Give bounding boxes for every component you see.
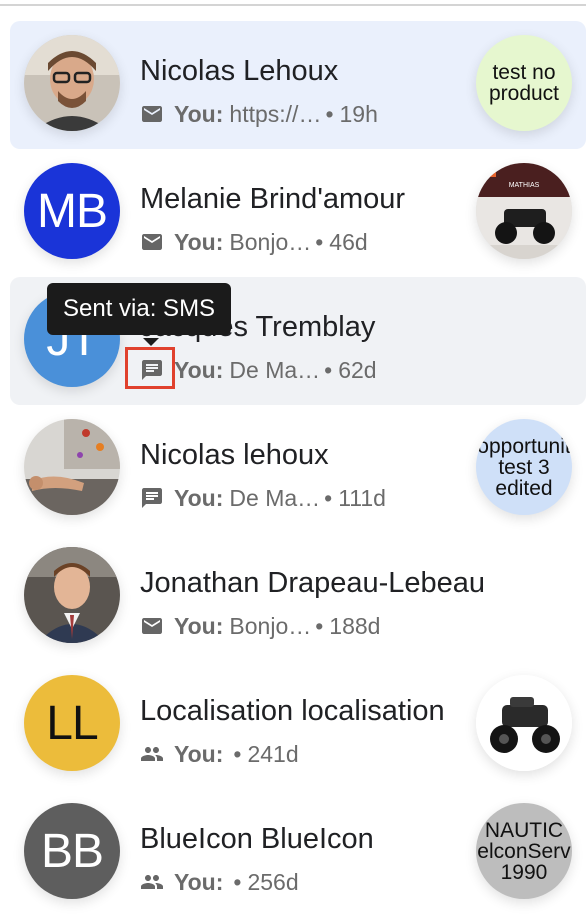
sender-label: You:	[174, 228, 224, 255]
product-label-line: test 3	[498, 455, 550, 479]
email-icon	[142, 106, 162, 122]
sender-label: You:	[174, 484, 224, 511]
tooltip-arrow	[143, 338, 159, 346]
contact-avatar-photo	[24, 35, 120, 131]
svg-text:MATHIAS: MATHIAS	[509, 182, 540, 189]
conversation-list: Nicolas Lehoux You: https://… • 19h test…	[0, 0, 586, 922]
contact-avatar-photo	[24, 547, 120, 643]
sms-icon	[142, 488, 162, 508]
message-time: 241d	[247, 740, 299, 767]
last-message-meta: You: Bonjo… • 46d	[140, 227, 368, 257]
atv-product-image: MATHIAS	[476, 163, 572, 259]
conversation-row-localisation[interactable]: LL Localisation localisation You: • 241d	[10, 661, 586, 789]
product-label-line: 1990	[500, 860, 548, 884]
contact-name: Localisation localisation	[140, 695, 445, 727]
product-thumbnail: test no product	[476, 35, 572, 131]
product-thumbnail: opportunit test 3 edited	[476, 419, 572, 515]
conversation-row-melanie-brindamour[interactable]: MB Melanie Brind'amour You: Bonjo… • 46d…	[10, 149, 586, 277]
meta-separator: •	[315, 228, 324, 255]
message-preview: De Ma…	[229, 356, 321, 383]
contact-avatar-initials: LL	[24, 675, 120, 771]
contact-avatar-initials: MB	[24, 163, 120, 259]
sender-label: You:	[174, 612, 224, 639]
product-label-line: elconServ	[477, 839, 571, 863]
atv-product-image	[476, 675, 572, 771]
channel-tooltip: Sent via: SMS	[47, 283, 232, 335]
message-preview: De Ma…	[229, 484, 321, 511]
contact-name: Melanie Brind'amour	[140, 183, 406, 215]
message-preview: https://…	[229, 100, 322, 127]
message-time: 111d	[338, 484, 386, 511]
contact-name: Jonathan Drapeau-Lebeau	[140, 567, 486, 599]
product-thumbnail	[476, 675, 572, 771]
product-thumbnail: NAUTIC elconServ 1990	[476, 803, 572, 899]
message-time: 62d	[338, 356, 377, 383]
message-time: 188d	[329, 612, 381, 639]
meta-separator: •	[233, 740, 242, 767]
message-time: 19h	[339, 100, 378, 127]
conversation-row-blueicon[interactable]: BB BlueIcon BlueIcon You: • 256d NAUTIC …	[10, 789, 586, 917]
meta-separator: •	[233, 868, 242, 895]
meta-separator: •	[324, 356, 333, 383]
last-message-meta: You: De Ma… • 62d	[140, 355, 377, 385]
message-preview: Bonjo…	[229, 612, 312, 639]
product-label-line: test no	[492, 61, 556, 84]
conversation-row-nicolas-lehoux-2[interactable]: Nicolas lehoux You: De Ma… • 111d opport…	[10, 405, 586, 533]
contact-avatar-initials: BB	[24, 803, 120, 899]
meta-separator: •	[324, 484, 333, 511]
meta-separator: •	[325, 100, 334, 127]
last-message-meta: You: • 256d	[140, 867, 299, 897]
conversation-row-nicolas-lehoux[interactable]: Nicolas Lehoux You: https://… • 19h test…	[10, 21, 586, 149]
conversation-row-jonathan-drapeau-lebeau[interactable]: Jonathan Drapeau-Lebeau You: Bonjo… • 18…	[10, 533, 586, 661]
group-icon	[141, 875, 163, 889]
contact-name: BlueIcon BlueIcon	[140, 823, 374, 855]
email-icon	[142, 234, 162, 250]
product-label-line: edited	[495, 476, 553, 500]
sender-label: You:	[174, 740, 224, 767]
sender-label: You:	[174, 100, 224, 127]
product-label-line: NAUTIC	[484, 818, 564, 842]
last-message-meta: You: De Ma… • 111d	[140, 483, 386, 513]
contact-avatar-photo	[24, 419, 120, 515]
contact-name: Nicolas lehoux	[140, 439, 329, 471]
email-icon	[142, 618, 162, 634]
last-message-meta: You: • 241d	[140, 739, 299, 769]
product-thumbnail: MATHIAS	[476, 163, 572, 259]
product-label-line: product	[488, 82, 560, 105]
sender-label: You:	[174, 868, 224, 895]
message-preview: Bonjo…	[229, 228, 312, 255]
contact-name: Nicolas Lehoux	[140, 55, 339, 87]
last-message-meta: You: Bonjo… • 188d	[140, 611, 380, 641]
meta-separator: •	[315, 612, 324, 639]
message-time: 256d	[247, 868, 299, 895]
sms-icon-highlight	[125, 347, 175, 389]
message-time: 46d	[329, 228, 368, 255]
last-message-meta: You: https://… • 19h	[140, 99, 378, 129]
product-label-line: opportunit	[477, 434, 571, 458]
sender-label: You:	[174, 356, 224, 383]
group-icon	[141, 747, 163, 761]
